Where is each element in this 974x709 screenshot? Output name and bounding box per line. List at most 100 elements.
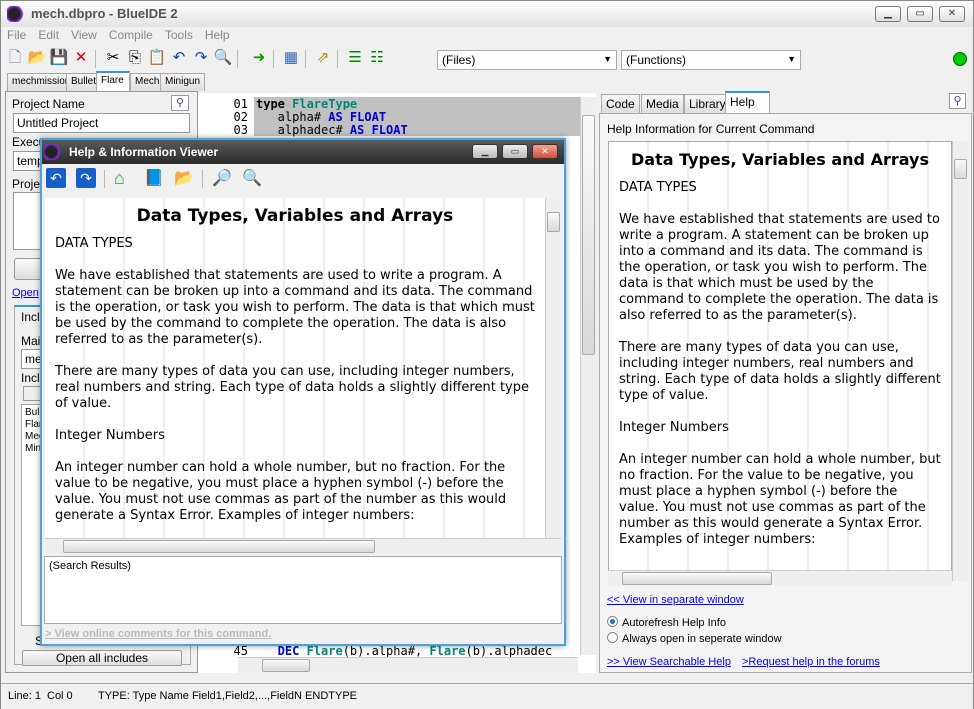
redo-icon[interactable]: ↷	[191, 48, 211, 68]
code-token: AS FLOAT	[328, 110, 387, 124]
undo-icon[interactable]: ↶	[169, 48, 189, 68]
dialog-horizontal-scrollbar[interactable]	[45, 538, 561, 554]
book-icon[interactable]: 📘	[144, 168, 164, 188]
menu-help[interactable]: Help	[199, 27, 236, 43]
file-tab-minigun[interactable]: Minigun	[160, 73, 206, 91]
help-horizontal-scrollbar[interactable]	[608, 570, 952, 586]
help-paragraph: DATA TYPES	[619, 180, 697, 195]
tab-library[interactable]: Library	[684, 94, 731, 113]
menu-tools[interactable]: Tools	[159, 27, 199, 43]
pin-icon[interactable]: ⚲	[171, 95, 189, 111]
files-combo-value: (Files)	[442, 53, 476, 67]
help-paragraph: Integer Numbers	[55, 428, 165, 443]
includes-label: Incl	[21, 371, 40, 385]
code-token: FlareType	[292, 97, 358, 111]
always-open-radio[interactable]: Always open in seperate window	[607, 632, 782, 645]
menu-file[interactable]: File	[1, 27, 32, 43]
autorefresh-radio[interactable]: Autorefresh Help Info	[607, 616, 726, 629]
file-tab-flare[interactable]: Flare	[96, 71, 130, 92]
help-paragraph: An integer number can hold a whole numbe…	[55, 460, 507, 523]
view-separate-window-link[interactable]: << View in separate window	[607, 594, 744, 606]
menu-bar: File Edit View Compile Tools Help	[1, 27, 973, 45]
window-title: mech.dbpro - BlueIDE 2	[31, 6, 178, 21]
list-refresh-icon[interactable]: ☷	[367, 48, 387, 68]
export-icon[interactable]: ⇗	[313, 48, 333, 68]
help-content: Data Types, Variables and Arrays DATA TY…	[608, 141, 952, 581]
cut-icon[interactable]: ✂	[103, 48, 123, 68]
side-panel: Code Media Library Help ⚲ Help Informati…	[599, 91, 972, 673]
status-col: Col 0	[47, 690, 73, 702]
copy-icon[interactable]: ⎘	[125, 48, 145, 68]
dialog-minimize-button[interactable]: ▁	[472, 144, 498, 159]
code-line: alphadec# AS FLOAT	[254, 123, 580, 137]
open-folder-icon[interactable]: 📂	[27, 48, 47, 68]
pin-icon[interactable]: ⚲	[949, 93, 966, 109]
title-bar: mech.dbpro - BlueIDE 2 ▁ ▭ ✕	[1, 1, 973, 27]
tab-media[interactable]: Media	[641, 94, 684, 113]
minimize-button[interactable]: ▁	[875, 6, 901, 22]
save-icon[interactable]: 💾	[49, 48, 69, 68]
view-searchable-help-link[interactable]: >> View Searchable Help	[607, 656, 731, 668]
functions-combo[interactable]: (Functions) ▼	[621, 50, 801, 70]
close-button[interactable]: ✕	[939, 6, 965, 22]
app-logo-icon	[7, 6, 25, 22]
menu-compile[interactable]: Compile	[103, 27, 159, 43]
maximize-button[interactable]: ▭	[907, 6, 933, 22]
dialog-help-content: Data Types, Variables and Arrays DATA TY…	[45, 198, 545, 538]
search-results-box[interactable]: (Search Results)	[44, 556, 562, 624]
dialog-title: Help & Information Viewer	[69, 145, 219, 159]
request-help-link[interactable]: >Request help in the forums	[742, 656, 880, 668]
includes-tab[interactable]: Incl	[21, 310, 40, 324]
find-icon[interactable]: 🔍	[213, 48, 233, 68]
run-icon[interactable]: ➜	[249, 48, 269, 68]
help-paragraph: There are many types of data you can use…	[55, 364, 529, 411]
search-results-text: (Search Results)	[49, 560, 131, 572]
menu-view[interactable]: View	[65, 27, 103, 43]
list-icon[interactable]: ☰	[345, 48, 365, 68]
open-link[interactable]: Open	[12, 287, 39, 299]
code-vertical-scrollbar[interactable]	[580, 97, 596, 655]
code-horizontal-scrollbar[interactable]	[238, 657, 578, 673]
menu-edit[interactable]: Edit	[32, 27, 65, 43]
tab-code[interactable]: Code	[601, 94, 640, 113]
back-icon[interactable]: ↶	[46, 168, 66, 188]
search-page-icon[interactable]: 🔎	[212, 168, 232, 188]
status-indicator	[953, 52, 967, 66]
code-token: type	[256, 97, 293, 111]
code-token: Flare	[306, 644, 343, 658]
help-title: Data Types, Variables and Arrays	[630, 150, 929, 169]
dialog-close-button[interactable]: ✕	[532, 144, 558, 159]
chevron-down-icon: ▼	[787, 54, 796, 64]
status-line: Line: 1	[8, 690, 42, 702]
project-name-label: Project Name	[12, 97, 85, 111]
home-icon[interactable]: ⌂	[114, 168, 125, 189]
dialog-vertical-scrollbar[interactable]	[545, 198, 561, 538]
chevron-down-icon: ▼	[603, 54, 612, 64]
dialog-maximize-button[interactable]: ▭	[502, 144, 528, 159]
new-file-icon[interactable]: 🗋	[5, 48, 25, 68]
forward-icon[interactable]: ↷	[76, 168, 96, 188]
window-icon[interactable]: ▦	[281, 48, 301, 68]
help-tab-content: Help Information for Current Command Dat…	[599, 113, 972, 673]
status-bar: Line: 1 Col 0 TYPE: Type Name Field1,Fie…	[1, 683, 973, 709]
radio-selected[interactable]	[607, 616, 618, 627]
paste-icon[interactable]: 📋	[147, 48, 167, 68]
close-icon[interactable]: ✕	[71, 48, 91, 68]
app-logo-icon	[44, 144, 62, 160]
files-combo[interactable]: (Files) ▼	[437, 50, 617, 70]
always-open-label: Always open in seperate window	[622, 633, 782, 645]
help-vertical-scrollbar[interactable]	[952, 141, 968, 581]
search-icon[interactable]: 🔍	[242, 168, 262, 188]
autorefresh-label: Autorefresh Help Info	[622, 617, 726, 629]
open-all-includes-button[interactable]: Open all includes	[22, 650, 182, 666]
help-heading: Help Information for Current Command	[607, 122, 815, 136]
open-folder-icon[interactable]: 📂	[174, 168, 194, 188]
tab-help[interactable]: Help	[725, 91, 770, 113]
line-number: 02	[233, 110, 248, 124]
code-token: (b).alpha#,	[342, 644, 430, 658]
radio-unselected[interactable]	[607, 632, 618, 643]
help-paragraph: We have established that statements are …	[619, 212, 940, 323]
project-name-input[interactable]: Untitled Project	[13, 113, 190, 133]
view-online-comments-link[interactable]: > View online comments for this command.	[45, 628, 271, 640]
code-line: alpha# AS FLOAT	[254, 110, 580, 124]
